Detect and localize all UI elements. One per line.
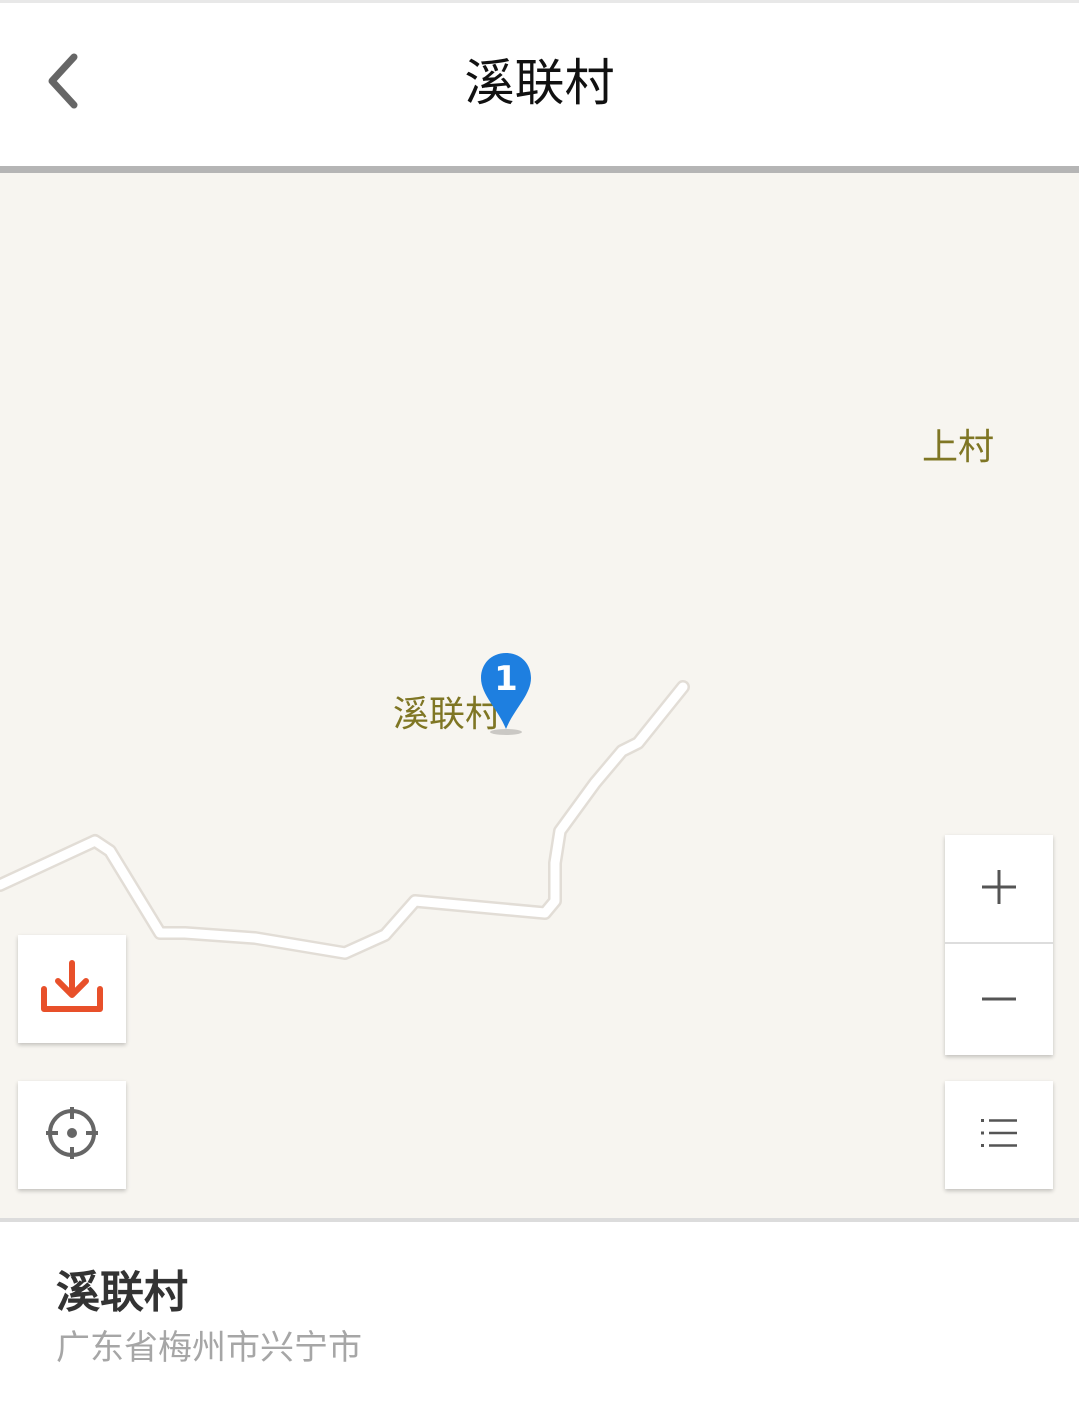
crosshair-icon [44,1105,100,1165]
road-fill [0,682,688,958]
road [0,680,690,960]
minus-icon [979,979,1019,1023]
place-name: 溪联村 [56,1267,188,1318]
page-title: 溪联村 [464,54,615,112]
header-bar: 溪联村 [0,0,1079,168]
app-root: 溪联村 上村 溪联村 1 溪联村 广东省梅州市兴宁市 [0,0,1079,1424]
list-button[interactable] [945,1081,1053,1189]
locate-button[interactable] [18,1081,126,1189]
download-button[interactable] [18,935,126,1043]
location-marker[interactable]: 1 [478,651,534,737]
download-icon [40,959,104,1019]
plus-icon [979,867,1019,911]
map-view[interactable]: 上村 溪联村 1 [0,173,1079,1221]
header-divider [0,166,1079,173]
zoom-in-button[interactable] [945,835,1053,944]
marker-number: 1 [494,659,518,699]
list-icon [979,1115,1019,1155]
zoom-out-button[interactable] [945,946,1053,1055]
map-label-shangcun: 上村 [922,427,995,468]
map-roads [0,680,690,960]
place-info-panel[interactable]: 溪联村 广东省梅州市兴宁市 [0,1222,1079,1424]
place-address: 广东省梅州市兴宁市 [56,1328,362,1368]
zoom-control [945,835,1053,1055]
